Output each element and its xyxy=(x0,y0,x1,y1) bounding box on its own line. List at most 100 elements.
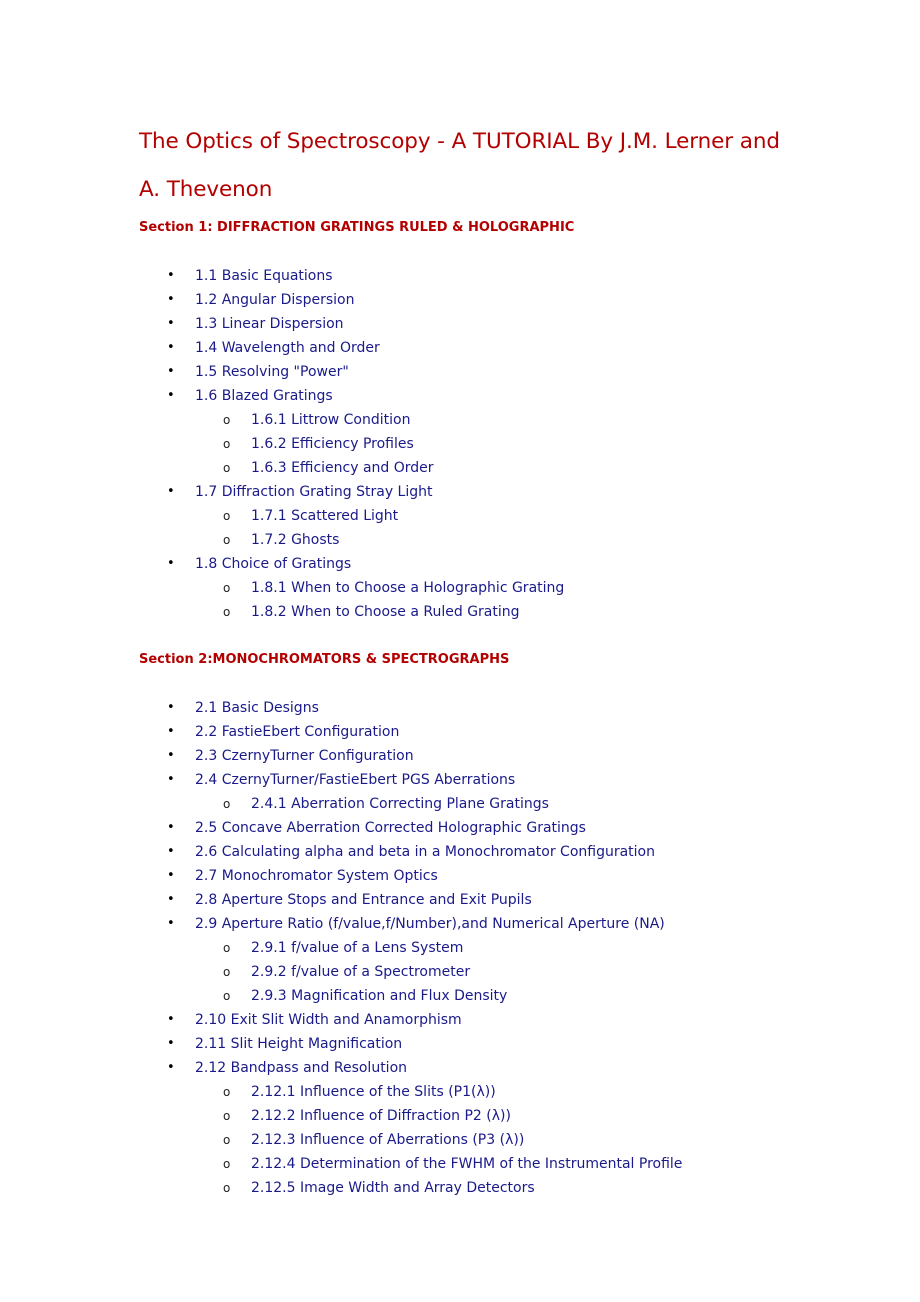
section-2-toc-list: • 2.1 Basic Designs • 2.2 FastieEbert Confi… xyxy=(139,696,839,1200)
toc-link[interactable]: 2.1 Basic Designs xyxy=(195,700,319,716)
circle-bullet-icon: o xyxy=(223,989,231,1003)
section-1-toc-list: • 1.1 Basic Equations • 1.2 Angular Dispers… xyxy=(139,264,839,624)
document-title: The Optics of Spectroscopy - A TUTORIAL … xyxy=(139,118,839,214)
toc-link[interactable]: 2.4 CzernyTurner/FastieEbert PGS Aberrat… xyxy=(195,772,515,788)
toc-item: • 1.8 Choice of Gratings xyxy=(139,552,839,576)
toc-link[interactable]: 1.6.1 Littrow Condition xyxy=(251,412,410,428)
toc-item: o 1.8.2 When to Choose a Ruled Grating xyxy=(139,600,839,624)
circle-bullet-icon: o xyxy=(223,1109,231,1123)
toc-item: • 2.5 Concave Aberration Corrected Hologr… xyxy=(139,816,839,840)
toc-link[interactable]: 2.12.2 Influence of Diffraction P2 (λ)) xyxy=(251,1108,511,1124)
title-line-2: A. Thevenon xyxy=(139,177,273,202)
disc-bullet-icon: • xyxy=(167,916,175,931)
toc-link[interactable]: 1.1 Basic Equations xyxy=(195,268,333,284)
toc-link[interactable]: 2.5 Concave Aberration Corrected Hologra… xyxy=(195,820,586,836)
disc-bullet-icon: • xyxy=(167,772,175,787)
toc-item: • 2.11 Slit Height Magnification xyxy=(139,1032,839,1056)
disc-bullet-icon: • xyxy=(167,820,175,835)
toc-link[interactable]: 2.3 CzernyTurner Configuration xyxy=(195,748,414,764)
toc-link[interactable]: 1.6.3 Efficiency and Order xyxy=(251,460,434,476)
circle-bullet-icon: o xyxy=(223,965,231,979)
toc-link[interactable]: 1.4 Wavelength and Order xyxy=(195,340,380,356)
disc-bullet-icon: • xyxy=(167,556,175,571)
toc-link[interactable]: 1.8.1 When to Choose a Holographic Grati… xyxy=(251,580,564,596)
circle-bullet-icon: o xyxy=(223,461,231,475)
toc-link[interactable]: 1.5 Resolving "Power" xyxy=(195,364,349,380)
toc-item: • 1.4 Wavelength and Order xyxy=(139,336,839,360)
toc-item: o 2.4.1 Aberration Correcting Plane Grati… xyxy=(139,792,839,816)
toc-item: o 1.6.2 Efficiency Profiles xyxy=(139,432,839,456)
toc-link[interactable]: 2.9.1 f/value of a Lens System xyxy=(251,940,463,956)
toc-link[interactable]: 2.10 Exit Slit Width and Anamorphism xyxy=(195,1012,462,1028)
toc-item: o 2.9.2 f/value of a Spectrometer xyxy=(139,960,839,984)
disc-bullet-icon: • xyxy=(167,748,175,763)
toc-item: • 2.6 Calculating alpha and beta in a Mon… xyxy=(139,840,839,864)
toc-item: • 2.2 FastieEbert Configuration xyxy=(139,720,839,744)
toc-item: o 1.6.3 Efficiency and Order xyxy=(139,456,839,480)
toc-link[interactable]: 2.9.2 f/value of a Spectrometer xyxy=(251,964,470,980)
toc-item: o 2.12.5 Image Width and Array Detectors xyxy=(139,1176,839,1200)
disc-bullet-icon: • xyxy=(167,700,175,715)
toc-link[interactable]: 2.12.3 Influence of Aberrations (P3 (λ)) xyxy=(251,1132,524,1148)
toc-link[interactable]: 2.6 Calculating alpha and beta in a Mono… xyxy=(195,844,655,860)
disc-bullet-icon: • xyxy=(167,1060,175,1075)
toc-link[interactable]: 2.4.1 Aberration Correcting Plane Gratin… xyxy=(251,796,549,812)
toc-item: • 2.1 Basic Designs xyxy=(139,696,839,720)
disc-bullet-icon: • xyxy=(167,316,175,331)
toc-item: o 1.8.1 When to Choose a Holographic Grat… xyxy=(139,576,839,600)
toc-link[interactable]: 2.12.1 Influence of the Slits (P1(λ)) xyxy=(251,1084,496,1100)
toc-link[interactable]: 1.8 Choice of Gratings xyxy=(195,556,351,572)
circle-bullet-icon: o xyxy=(223,533,231,547)
toc-item: • 2.3 CzernyTurner Configuration xyxy=(139,744,839,768)
toc-item: • 1.1 Basic Equations xyxy=(139,264,839,288)
disc-bullet-icon: • xyxy=(167,292,175,307)
circle-bullet-icon: o xyxy=(223,1157,231,1171)
toc-item: o 2.12.1 Influence of the Slits (P1(λ)) xyxy=(139,1080,839,1104)
disc-bullet-icon: • xyxy=(167,1036,175,1051)
toc-item: • 2.7 Monochromator System Optics xyxy=(139,864,839,888)
toc-item: o 2.9.3 Magnification and Flux Density xyxy=(139,984,839,1008)
disc-bullet-icon: • xyxy=(167,268,175,283)
toc-link[interactable]: 2.12.5 Image Width and Array Detectors xyxy=(251,1180,535,1196)
toc-item: • 1.7 Diffraction Grating Stray Light xyxy=(139,480,839,504)
toc-link[interactable]: 1.7.2 Ghosts xyxy=(251,532,339,548)
toc-link[interactable]: 1.3 Linear Dispersion xyxy=(195,316,344,332)
toc-item: o 1.6.1 Littrow Condition xyxy=(139,408,839,432)
toc-link[interactable]: 1.6 Blazed Gratings xyxy=(195,388,333,404)
disc-bullet-icon: • xyxy=(167,892,175,907)
disc-bullet-icon: • xyxy=(167,844,175,859)
toc-link[interactable]: 1.6.2 Efficiency Profiles xyxy=(251,436,414,452)
title-line-1: The Optics of Spectroscopy - A TUTORIAL … xyxy=(139,129,780,154)
toc-link[interactable]: 2.8 Aperture Stops and Entrance and Exit… xyxy=(195,892,532,908)
toc-item: • 2.10 Exit Slit Width and Anamorphism xyxy=(139,1008,839,1032)
toc-link[interactable]: 2.12 Bandpass and Resolution xyxy=(195,1060,407,1076)
toc-link[interactable]: 2.7 Monochromator System Optics xyxy=(195,868,438,884)
toc-item: o 1.7.1 Scattered Light xyxy=(139,504,839,528)
toc-link[interactable]: 1.2 Angular Dispersion xyxy=(195,292,354,308)
toc-link[interactable]: 2.9.3 Magnification and Flux Density xyxy=(251,988,507,1004)
toc-item: • 2.8 Aperture Stops and Entrance and Exi… xyxy=(139,888,839,912)
toc-link[interactable]: 2.2 FastieEbert Configuration xyxy=(195,724,399,740)
disc-bullet-icon: • xyxy=(167,1012,175,1027)
toc-item: • 2.12 Bandpass and Resolution xyxy=(139,1056,839,1080)
circle-bullet-icon: o xyxy=(223,1133,231,1147)
circle-bullet-icon: o xyxy=(223,1181,231,1195)
section-1-heading: Section 1: DIFFRACTION GRATINGS RULED & … xyxy=(139,220,575,235)
toc-item: o 2.12.2 Influence of Diffraction P2 (λ)) xyxy=(139,1104,839,1128)
disc-bullet-icon: • xyxy=(167,388,175,403)
toc-link[interactable]: 2.12.4 Determination of the FWHM of the … xyxy=(251,1156,682,1172)
toc-item: o 2.9.1 f/value of a Lens System xyxy=(139,936,839,960)
section-2-heading: Section 2:MONOCHROMATORS & SPECTROGRAPHS xyxy=(139,652,510,667)
toc-link[interactable]: 1.7.1 Scattered Light xyxy=(251,508,398,524)
circle-bullet-icon: o xyxy=(223,1085,231,1099)
toc-item: • 1.2 Angular Dispersion xyxy=(139,288,839,312)
circle-bullet-icon: o xyxy=(223,581,231,595)
toc-link[interactable]: 2.9 Aperture Ratio (f/value,f/Number),an… xyxy=(195,916,665,932)
disc-bullet-icon: • xyxy=(167,484,175,499)
circle-bullet-icon: o xyxy=(223,941,231,955)
toc-link[interactable]: 1.7 Diffraction Grating Stray Light xyxy=(195,484,433,500)
toc-item: • 1.3 Linear Dispersion xyxy=(139,312,839,336)
toc-item: • 1.6 Blazed Gratings xyxy=(139,384,839,408)
toc-link[interactable]: 1.8.2 When to Choose a Ruled Grating xyxy=(251,604,520,620)
toc-link[interactable]: 2.11 Slit Height Magnification xyxy=(195,1036,402,1052)
